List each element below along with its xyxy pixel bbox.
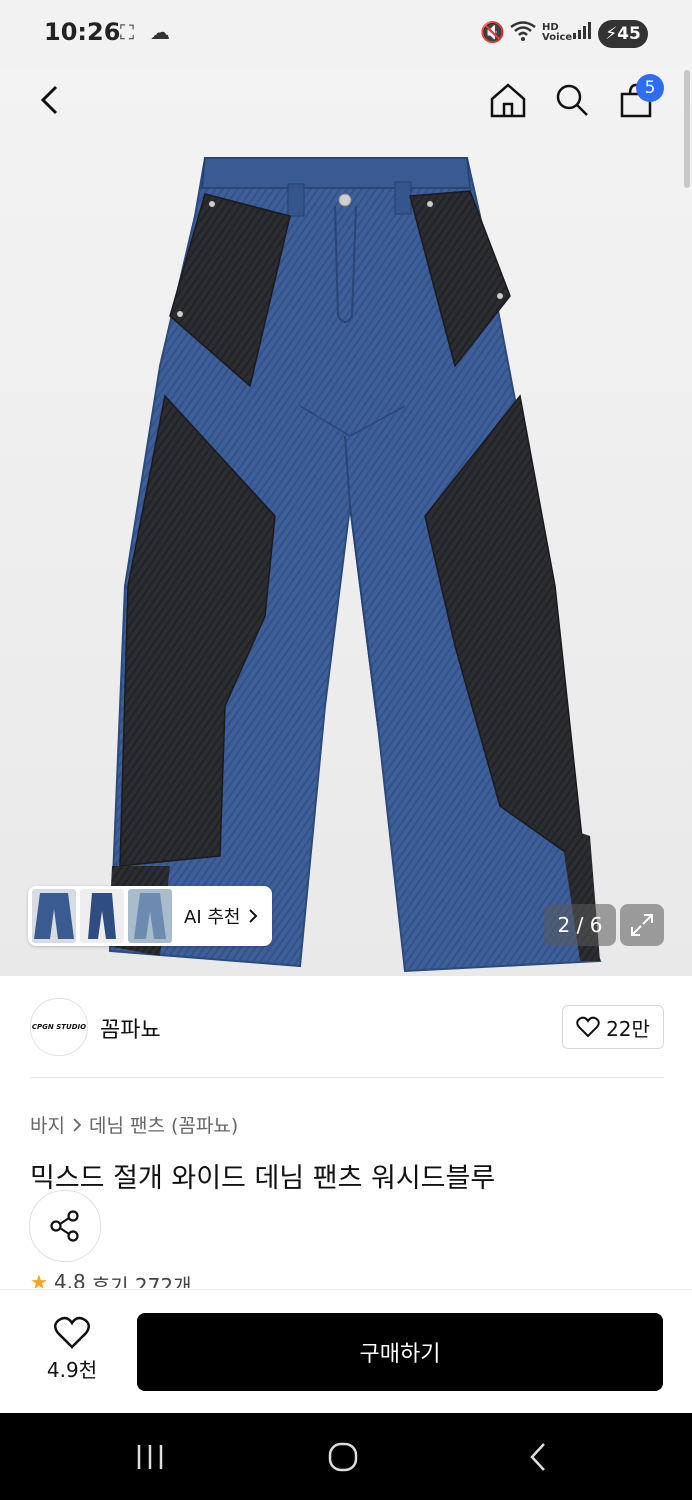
recommend-thumbnail-1 [32, 889, 76, 943]
battery-indicator: ⚡ 45 [598, 20, 648, 48]
ai-recommend-card[interactable]: AI 추천 [28, 886, 272, 946]
wifi-icon [510, 20, 536, 47]
system-navigation-bar [0, 1413, 692, 1500]
top-navigation [0, 66, 692, 136]
status-bar: 10:26 ⛶ ☁ 🔇 HD Voice ⚡ 45 [0, 0, 692, 66]
product-rating[interactable]: ★ 4.8 후기 272개 [30, 1270, 191, 1288]
section-divider [30, 1077, 664, 1078]
search-icon [556, 84, 588, 116]
expand-icon [631, 914, 653, 936]
buy-button[interactable]: 구매하기 [137, 1313, 663, 1391]
status-time: 10:26 [44, 18, 121, 46]
image-page-indicator: 2 / 6 [544, 904, 616, 946]
back-button[interactable] [26, 76, 74, 124]
home-icon [490, 83, 526, 118]
rating-score: 4.8 [53, 1270, 86, 1288]
screenshot-icon: ⛶ [120, 20, 134, 44]
back-icon [40, 85, 58, 115]
cart-count-badge: 5 [636, 74, 664, 102]
breadcrumb-category[interactable]: 바지 [30, 1111, 65, 1138]
expand-image-button[interactable] [620, 904, 664, 946]
cloud-icon: ☁ [150, 20, 170, 44]
chevron-right-icon [249, 909, 258, 923]
brand-logo-text: CPGN STUDIO [31, 1023, 87, 1031]
back-nav-icon [530, 1443, 545, 1471]
heart-icon [576, 1016, 600, 1038]
product-title: 믹스드 절개 와이드 데님 팬츠 워시드블루 [30, 1163, 496, 1194]
recommend-thumbnail-2 [80, 889, 124, 943]
denim-pants-image [108, 157, 602, 973]
home-circle-icon [328, 1442, 358, 1472]
star-icon: ★ [30, 1270, 48, 1288]
wishlist-count: 4.9천 [46, 1358, 98, 1382]
ai-recommend-label: AI 추천 [184, 907, 241, 928]
breadcrumb-chevron-icon [73, 1117, 81, 1132]
signal-icon [572, 20, 592, 45]
back-nav-button[interactable] [508, 1437, 568, 1477]
brand-like-button[interactable]: 22만 [562, 1005, 664, 1049]
home-button[interactable] [484, 76, 532, 124]
wishlist-button[interactable]: 4.9천 [30, 1316, 114, 1383]
recents-button[interactable] [120, 1437, 180, 1477]
recommend-thumbnail-3 [128, 889, 172, 943]
share-button[interactable] [29, 1190, 101, 1262]
review-count: 후기 272개 [91, 1274, 192, 1288]
hd-voice-icon: HD Voice [542, 22, 573, 43]
brand-like-count: 22만 [606, 1016, 650, 1041]
product-image-gallery[interactable] [0, 66, 692, 976]
share-icon [50, 1210, 79, 1242]
mute-icon: 🔇 [480, 20, 505, 44]
brand-name[interactable]: 꼼파뇨 [100, 1012, 161, 1044]
home-nav-button[interactable] [313, 1437, 373, 1477]
breadcrumb: 바지 데님 팬츠 (꼼파뇨) [30, 1111, 238, 1138]
heart-icon [54, 1316, 90, 1349]
breadcrumb-subcategory[interactable]: 데님 팬츠 (꼼파뇨) [89, 1111, 238, 1138]
battery-level: 45 [617, 24, 641, 44]
battery-bolt-icon: ⚡ [605, 24, 618, 44]
brand-logo[interactable]: CPGN STUDIO [30, 998, 88, 1056]
search-button[interactable] [548, 76, 596, 124]
recents-icon [137, 1445, 163, 1469]
